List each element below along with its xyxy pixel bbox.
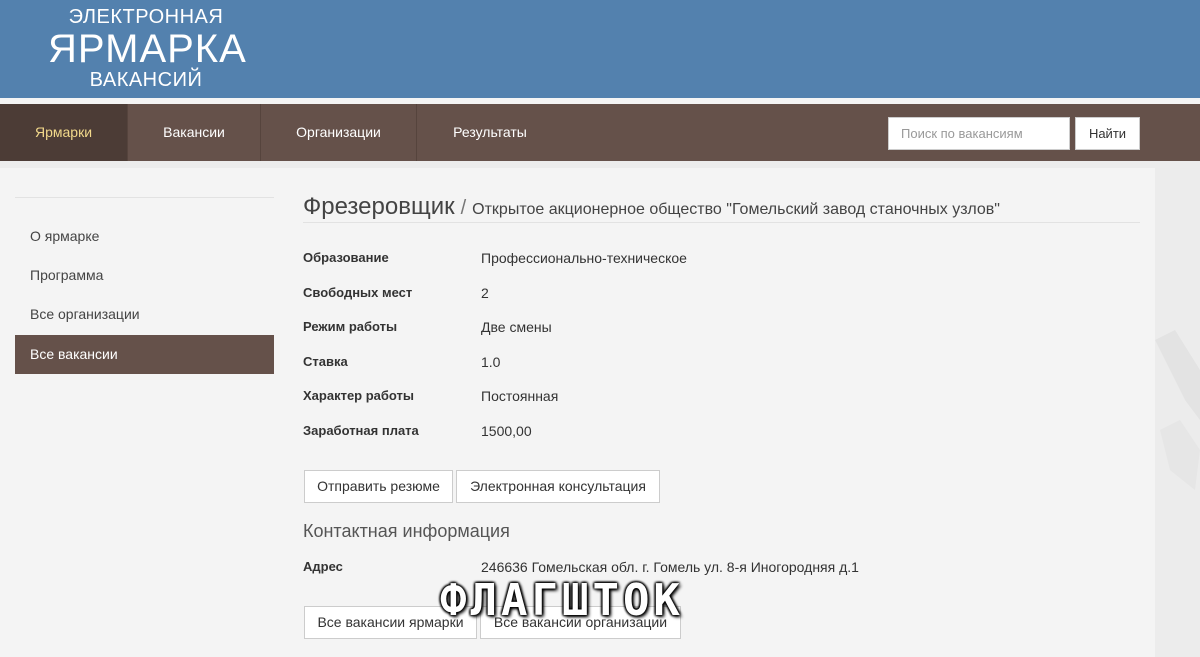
field-value-work-type: Постоянная xyxy=(481,388,559,404)
watermark-text: ФЛАГШТОК xyxy=(440,575,684,626)
field-label-salary: Заработная плата xyxy=(303,423,419,438)
contacts-heading: Контактная информация xyxy=(303,521,510,541)
site-logo[interactable]: ЭЛЕКТРОННАЯ ЯРМАРКА ВАКАНСИЙ xyxy=(48,4,247,91)
field-value-salary: 1500,00 xyxy=(481,423,532,439)
field-label-vacancies: Свободных мест xyxy=(303,285,413,300)
field-label-work-type: Характер работы xyxy=(303,388,415,403)
consultation-button[interactable]: Электронная консультация xyxy=(456,470,660,503)
field-label-address: Адрес xyxy=(303,559,343,574)
sidebar-item-about-fair[interactable]: О ярмарке xyxy=(15,217,274,256)
vacancy-title: Фрезеровщик xyxy=(303,193,455,220)
nav-item-organizations[interactable]: Организации xyxy=(261,104,416,161)
sidebar-item-program[interactable]: Программа xyxy=(15,256,274,295)
site-header: ЭЛЕКТРОННАЯ ЯРМАРКА ВАКАНСИЙ xyxy=(0,0,1200,98)
field-value-education: Профессионально-техническое xyxy=(481,250,687,266)
background-decoration xyxy=(1155,330,1200,490)
search-button[interactable]: Найти xyxy=(1075,117,1140,150)
sidebar-top-divider xyxy=(15,197,274,198)
field-label-education: Образование xyxy=(303,250,389,265)
field-label-schedule: Режим работы xyxy=(303,319,398,334)
field-value-rate: 1.0 xyxy=(481,354,501,370)
nav-item-fairs[interactable]: Ярмарки xyxy=(0,104,127,161)
sidebar-item-all-organizations[interactable]: Все организации xyxy=(15,295,274,334)
send-resume-button[interactable]: Отправить резюме xyxy=(304,470,453,503)
page-title: Фрезеровщик / Открытое акционерное обществ… xyxy=(303,193,1140,223)
logo-line-2: ЯРМАРКА xyxy=(48,27,247,71)
nav-item-vacancies[interactable]: Вакансии xyxy=(128,104,260,161)
search-input[interactable]: Поиск по вакансиям xyxy=(888,117,1070,150)
sidebar-item-all-vacancies[interactable]: Все вакансии xyxy=(15,335,274,374)
logo-line-3: ВАКАНСИЙ xyxy=(89,69,203,91)
field-value-vacancies: 2 xyxy=(481,285,489,301)
field-label-rate: Ставка xyxy=(303,354,348,369)
field-value-address: 246636 Гомельская обл. г. Гомель ул. 8-я… xyxy=(481,559,859,575)
title-separator: / xyxy=(460,197,467,219)
nav-item-results[interactable]: Результаты xyxy=(417,104,563,161)
organization-name[interactable]: Открытое акционерное общество "Гомельски… xyxy=(472,201,1000,218)
field-value-schedule: Две смены xyxy=(481,319,552,335)
logo-line-1: ЭЛЕКТРОННАЯ xyxy=(68,6,224,28)
